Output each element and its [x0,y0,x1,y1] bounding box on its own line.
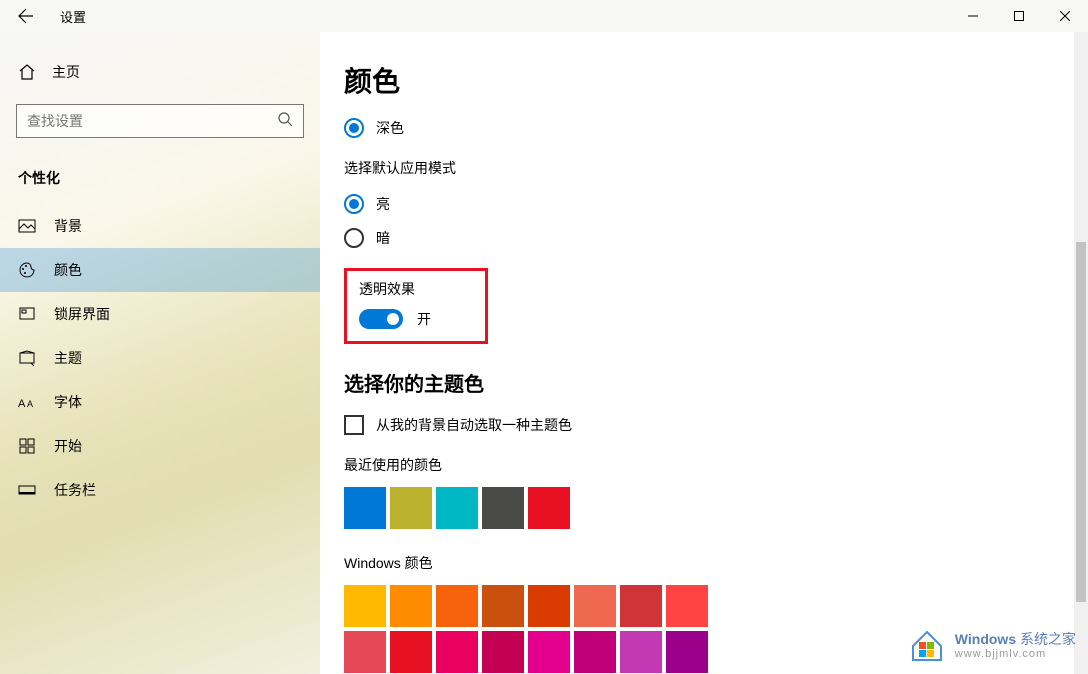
close-button[interactable] [1042,0,1088,32]
home-icon [18,63,36,81]
sidebar-item-label: 颜色 [54,260,82,280]
windows-colors-label: Windows 颜色 [344,553,1088,573]
home-link[interactable]: 主页 [0,52,320,92]
color-swatch[interactable] [436,631,478,673]
titlebar: 设置 [0,0,1088,32]
highlight-annotation: 透明效果 开 [344,268,488,344]
color-swatch[interactable] [574,631,616,673]
back-button[interactable] [16,6,36,26]
radio-indicator [344,228,364,248]
sidebar-item-fonts[interactable]: AA 字体 [0,380,320,424]
taskbar-icon [18,481,36,499]
start-icon [18,437,36,455]
color-swatch[interactable] [528,585,570,627]
sidebar-item-taskbar[interactable]: 任务栏 [0,468,320,512]
radio-label: 亮 [376,194,390,214]
color-swatch[interactable] [620,631,662,673]
auto-accent-checkbox[interactable]: 从我的背景自动选取一种主题色 [344,415,1088,435]
content: 颜色 深色 选择默认应用模式 亮 暗 透明效果 开 选择你的主题色 从我的背景自… [320,32,1088,674]
background-icon [18,217,36,235]
radio-label: 深色 [376,118,404,138]
radio-dark-app[interactable]: 暗 [344,228,1088,248]
sidebar-item-label: 开始 [54,436,82,456]
recent-colors-label: 最近使用的颜色 [344,455,1088,475]
toggle-state: 开 [417,309,431,329]
color-swatch[interactable] [482,487,524,529]
minimize-button[interactable] [950,0,996,32]
color-swatch[interactable] [344,631,386,673]
color-swatch[interactable] [482,631,524,673]
checkbox-indicator [344,415,364,435]
color-swatch[interactable] [436,585,478,627]
home-label: 主页 [52,62,80,82]
section-header: 个性化 [0,158,320,204]
window-controls [950,0,1088,32]
color-swatch[interactable] [666,585,708,627]
sidebar-item-lockscreen[interactable]: 锁屏界面 [0,292,320,336]
fonts-icon: AA [18,393,36,411]
color-swatch[interactable] [620,585,662,627]
color-swatch[interactable] [344,487,386,529]
recent-colors [344,487,1088,529]
radio-label: 暗 [376,228,390,248]
sidebar-item-label: 主题 [54,348,82,368]
radio-indicator [344,118,364,138]
app-mode-label: 选择默认应用模式 [344,158,1088,178]
watermark-brand: Windows 系统之家 [955,631,1076,648]
sidebar: 主页 个性化 背景 颜色 锁屏界面 主题 AA 字体 [0,32,320,674]
sidebar-item-label: 锁屏界面 [54,304,110,324]
color-swatch[interactable] [344,585,386,627]
watermark: Windows 系统之家 www.bjjmlv.com [907,626,1076,666]
color-swatch[interactable] [390,631,432,673]
scrollbar-thumb[interactable] [1076,242,1086,602]
sidebar-item-themes[interactable]: 主题 [0,336,320,380]
lockscreen-icon [18,305,36,323]
color-swatch[interactable] [666,631,708,673]
window-title: 设置 [60,7,86,26]
transparency-toggle[interactable] [359,309,403,329]
scrollbar[interactable] [1074,32,1088,674]
svg-text:A: A [27,399,33,409]
radio-light[interactable]: 亮 [344,194,1088,214]
transparency-label: 透明效果 [359,279,431,299]
color-swatch[interactable] [390,487,432,529]
themes-icon [18,349,36,367]
search-input[interactable] [27,113,277,129]
search-box[interactable] [16,104,304,138]
color-swatch[interactable] [528,631,570,673]
maximize-button[interactable] [996,0,1042,32]
sidebar-item-label: 背景 [54,216,82,236]
checkbox-label: 从我的背景自动选取一种主题色 [376,415,572,435]
sidebar-item-label: 字体 [54,392,82,412]
page-title: 颜色 [344,60,1088,100]
colors-icon [18,261,36,279]
sidebar-item-background[interactable]: 背景 [0,204,320,248]
svg-text:A: A [18,398,26,409]
color-swatch[interactable] [574,585,616,627]
windows-logo-icon [907,626,947,666]
search-icon [277,111,293,132]
color-swatch[interactable] [528,487,570,529]
radio-dark[interactable]: 深色 [344,118,1088,138]
accent-title: 选择你的主题色 [344,368,1088,397]
sidebar-item-label: 任务栏 [54,480,96,500]
watermark-url: www.bjjmlv.com [955,648,1076,661]
sidebar-item-colors[interactable]: 颜色 [0,248,320,292]
color-swatch[interactable] [482,585,524,627]
radio-indicator [344,194,364,214]
color-swatch[interactable] [436,487,478,529]
color-swatch[interactable] [390,585,432,627]
sidebar-item-start[interactable]: 开始 [0,424,320,468]
